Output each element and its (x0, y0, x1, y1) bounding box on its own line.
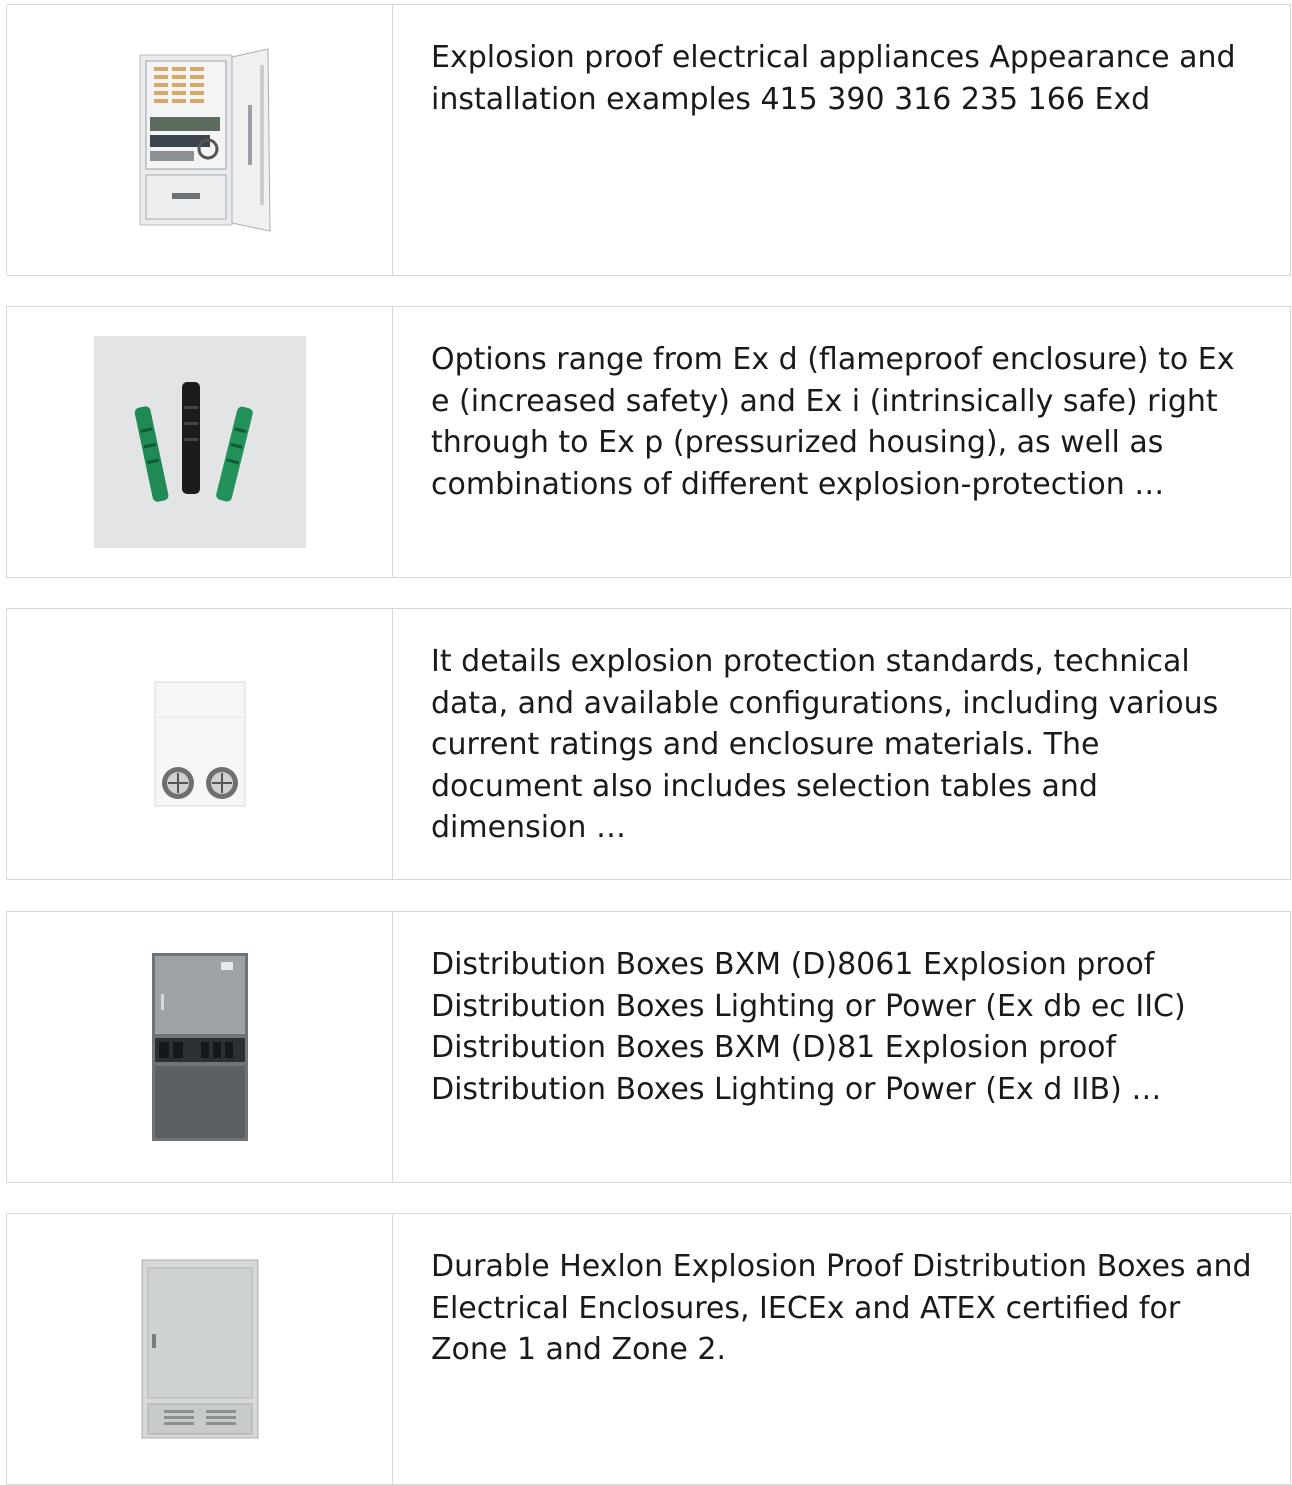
result-description[interactable]: Options range from Ex d (flameproof encl… (393, 307, 1290, 577)
result-card[interactable]: It details explosion protection standard… (6, 608, 1291, 880)
connector-boots-image (93, 336, 306, 548)
result-thumbnail[interactable] (7, 609, 393, 879)
result-description[interactable]: Distribution Boxes BXM (D)8061 Explosion… (393, 912, 1290, 1182)
enclosure-with-fans-image (154, 681, 245, 807)
result-thumbnail[interactable] (7, 307, 393, 577)
result-description[interactable]: Explosion proof electrical appliances Ap… (393, 5, 1290, 275)
distribution-cabinet-image (151, 953, 248, 1141)
result-thumbnail[interactable] (7, 1214, 393, 1484)
result-card[interactable]: Durable Hexlon Explosion Proof Distribut… (6, 1213, 1291, 1485)
result-description[interactable]: Durable Hexlon Explosion Proof Distribut… (393, 1214, 1290, 1484)
result-thumbnail[interactable] (7, 5, 393, 275)
result-card[interactable]: Options range from Ex d (flameproof encl… (6, 306, 1291, 578)
grey-floor-cabinet-image (141, 1259, 258, 1439)
result-card[interactable]: Explosion proof electrical appliances Ap… (6, 4, 1291, 276)
outdoor-cabinet-open-door-image (139, 48, 271, 232)
result-thumbnail[interactable] (7, 912, 393, 1182)
result-card[interactable]: Distribution Boxes BXM (D)8061 Explosion… (6, 911, 1291, 1183)
result-description[interactable]: It details explosion protection standard… (393, 609, 1290, 879)
